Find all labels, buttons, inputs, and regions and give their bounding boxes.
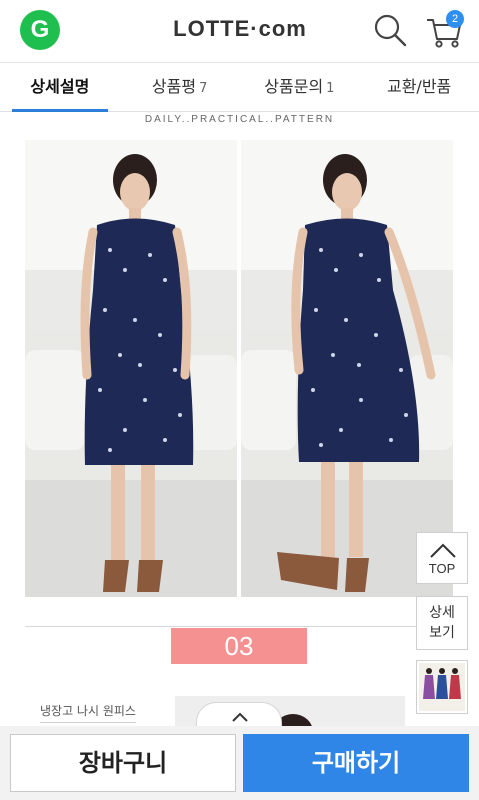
recent-product-thumbnail[interactable]	[416, 660, 468, 714]
scroll-top-button[interactable]: TOP	[416, 532, 468, 584]
tab-count: 7	[199, 81, 208, 96]
product-tabs: 상세설명 상품평 7 상품문의 1 교환/반품	[0, 62, 479, 112]
search-icon[interactable]	[372, 12, 408, 48]
section-divider	[25, 626, 453, 627]
tab-qna[interactable]: 상품문의 1	[240, 63, 360, 111]
product-photo-front	[25, 140, 237, 597]
section-number-badge: 03	[171, 628, 307, 664]
tab-count: 1	[326, 81, 335, 96]
brand-logo[interactable]: LOTTE·com	[140, 16, 340, 46]
cart-count-badge: 2	[446, 10, 464, 28]
tab-label: 교환/반품	[386, 77, 452, 96]
product-photo-side	[241, 140, 453, 597]
add-to-cart-button[interactable]: 장바구니	[10, 734, 236, 792]
scroll-top-label: TOP	[428, 561, 456, 576]
app-header: G LOTTE·com 2	[0, 0, 479, 62]
bottom-action-bar: 장바구니 구매하기	[0, 726, 479, 800]
tab-reviews[interactable]: 상품평 7	[120, 63, 240, 111]
section-caption: 냉장고 나시 원피스	[40, 702, 136, 723]
tab-label: 상세설명	[30, 77, 90, 96]
view-detail-label-line1: 상세	[429, 605, 455, 621]
buy-now-button[interactable]: 구매하기	[243, 734, 469, 792]
pattern-caption: DAILY..PRACTICAL..PATTERN	[144, 114, 335, 125]
cart-button[interactable]: 2	[424, 10, 468, 50]
tab-label: 상품문의	[264, 77, 324, 96]
tab-label: 상품평	[151, 77, 197, 96]
tab-description[interactable]: 상세설명	[0, 63, 120, 112]
g-logo-icon[interactable]: G	[20, 10, 60, 50]
view-detail-button[interactable]: 상세 보기	[416, 596, 468, 650]
view-detail-label-line2: 보기	[429, 625, 455, 641]
tab-exchange-return[interactable]: 교환/반품	[359, 63, 479, 111]
